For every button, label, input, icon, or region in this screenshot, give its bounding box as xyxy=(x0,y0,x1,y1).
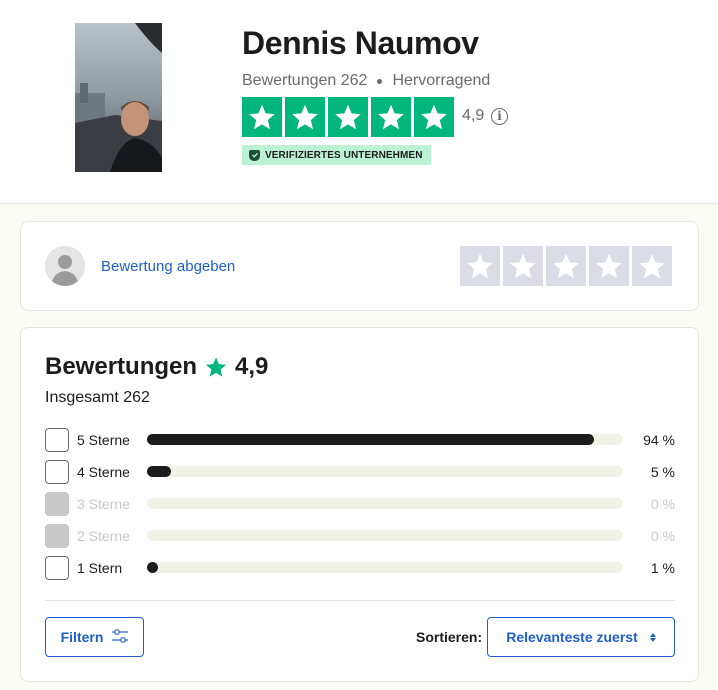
rating-row-label: 2 Sterne xyxy=(77,528,130,544)
rate-stars-input[interactable] xyxy=(460,246,672,286)
business-profile-photo xyxy=(75,23,162,172)
divider xyxy=(45,600,675,601)
reviews-score: 4,9 xyxy=(235,353,269,380)
reviews-total: Insgesamt 262 xyxy=(45,389,150,406)
user-avatar-icon xyxy=(45,246,85,286)
rating-bar-track xyxy=(147,466,623,477)
star-icon xyxy=(285,97,325,137)
rating-row-percent: 0 % xyxy=(650,528,675,544)
filter-sliders-icon xyxy=(112,628,129,646)
rating-row: 3 Sterne 0 % xyxy=(45,492,675,516)
rating-row-percent: 5 % xyxy=(650,464,675,480)
rating-row-percent: 0 % xyxy=(650,496,675,512)
separator-dot xyxy=(377,78,383,84)
rating-filter-checkbox xyxy=(45,492,69,516)
rating-bar-track xyxy=(147,530,623,541)
rating-row: 2 Sterne 0 % xyxy=(45,524,675,548)
empty-star-icon[interactable] xyxy=(589,246,629,286)
rating-row-label: 3 Sterne xyxy=(77,496,130,512)
business-header: Dennis Naumov Bewertungen 262 Hervorrage… xyxy=(0,0,718,204)
business-name: Dennis Naumov xyxy=(242,25,479,61)
reviews-title: Bewertungen xyxy=(45,353,198,380)
sort-select[interactable]: Relevanteste zuerst xyxy=(487,617,675,657)
review-count-link[interactable]: Bewertungen 262 xyxy=(242,72,367,90)
reviews-heading: Bewertungen 4,9 xyxy=(45,353,268,381)
rating-filter-checkbox[interactable] xyxy=(45,428,69,452)
star-icon xyxy=(328,97,368,137)
star-icon xyxy=(371,97,411,137)
rating-bar-fill xyxy=(147,562,158,573)
write-review-link[interactable]: Bewertung abgeben xyxy=(101,258,235,275)
rating-filter-checkbox[interactable] xyxy=(45,556,69,580)
rating-row-label: 4 Sterne xyxy=(77,464,130,480)
rating-row[interactable]: 5 Sterne 94 % xyxy=(45,428,675,452)
reviews-summary-card: Bewertungen 4,9 Insgesamt 262 5 Sterne 94… xyxy=(20,327,699,682)
rating-bar-track xyxy=(147,498,623,509)
sort-select-value: Relevanteste zuerst xyxy=(506,629,638,645)
rating-bar-fill xyxy=(147,434,595,445)
empty-star-icon[interactable] xyxy=(632,246,672,286)
rating-bar-fill xyxy=(147,466,171,477)
sort-arrows-icon xyxy=(649,632,656,642)
rating-row-percent: 94 % xyxy=(643,432,675,448)
trustscore-stars xyxy=(242,97,454,137)
empty-star-icon[interactable] xyxy=(503,246,543,286)
rating-filter-checkbox xyxy=(45,524,69,548)
rating-row[interactable]: 4 Sterne 5 % xyxy=(45,460,675,484)
star-icon xyxy=(414,97,454,137)
sort-label: Sortieren: xyxy=(416,629,483,645)
rating-row-percent: 1 % xyxy=(650,560,675,576)
rating-bar-track xyxy=(147,562,623,573)
filter-button[interactable]: Filtern xyxy=(45,617,144,657)
green-star-icon xyxy=(205,356,227,378)
business-meta: Bewertungen 262 Hervorragend xyxy=(242,72,490,90)
rating-row[interactable]: 1 Stern 1 % xyxy=(45,556,675,580)
rating-row-label: 1 Stern xyxy=(77,560,123,576)
verified-badge-label: VERIFIZIERTES UNTERNEHMEN xyxy=(265,149,423,161)
rating-row-label: 5 Sterne xyxy=(77,432,130,448)
rating-label: Hervorragend xyxy=(392,72,491,89)
rating-filter-checkbox[interactable] xyxy=(45,460,69,484)
shield-check-icon xyxy=(249,149,260,161)
empty-star-icon[interactable] xyxy=(460,246,500,286)
verified-badge[interactable]: VERIFIZIERTES UNTERNEHMEN xyxy=(242,145,431,165)
write-review-card: Bewertung abgeben xyxy=(20,221,699,311)
star-icon xyxy=(242,97,282,137)
rating-bar-track xyxy=(147,434,623,445)
empty-star-icon[interactable] xyxy=(546,246,586,286)
trustscore-value: 4,9 xyxy=(462,107,485,124)
filter-button-label: Filtern xyxy=(60,629,104,645)
info-icon[interactable]: i xyxy=(491,108,508,125)
